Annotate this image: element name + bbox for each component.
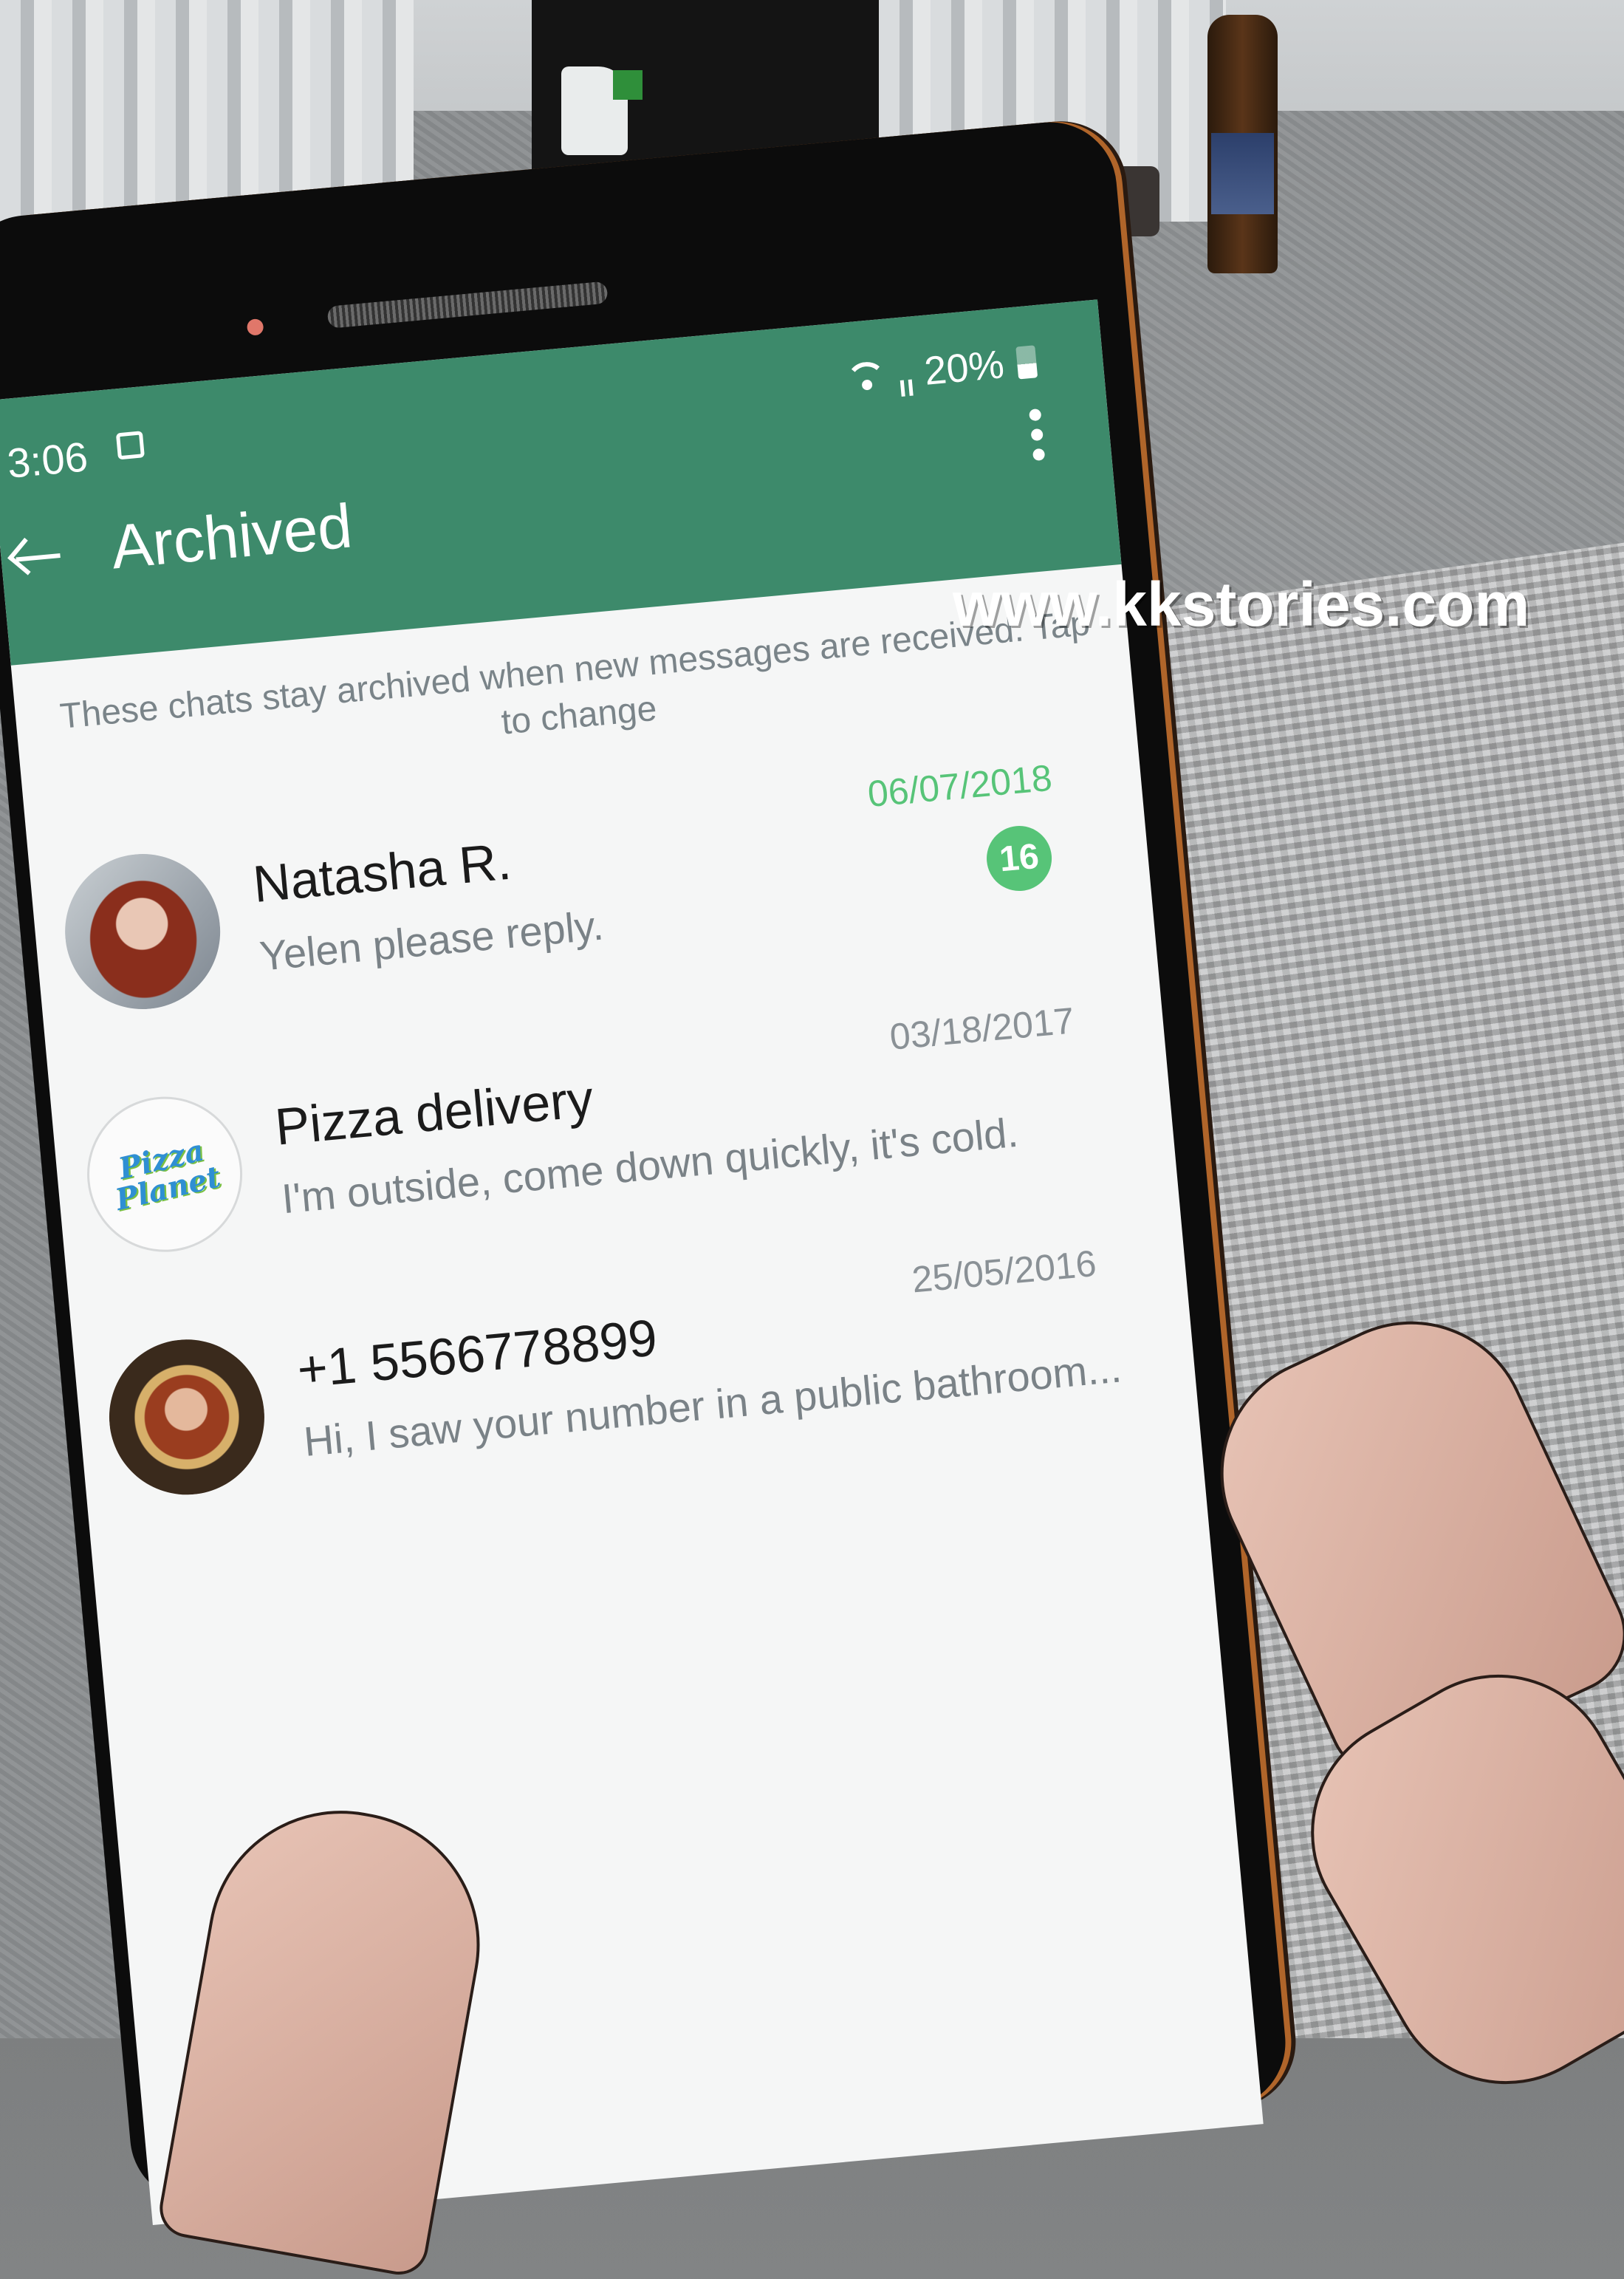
- avatar[interactable]: Pizza Planet: [80, 1090, 250, 1259]
- chat-preview: Yelen please reply.: [257, 901, 606, 980]
- chat-name: Natasha R.: [250, 832, 514, 914]
- screenshot-notification-icon: [115, 431, 145, 460]
- phone: 3:06 20% Archived These chats stay archi…: [0, 116, 1292, 2225]
- chat-name: Pizza delivery: [273, 1069, 596, 1156]
- more-vert-icon[interactable]: [1029, 408, 1046, 462]
- chat-date: 03/18/2017: [888, 1000, 1076, 1058]
- battery-icon: [1015, 345, 1038, 380]
- chat-date: 06/07/2018: [866, 756, 1054, 816]
- chat-date: 25/05/2016: [910, 1242, 1098, 1301]
- pizza-planet-logo: Pizza Planet: [112, 1132, 225, 1217]
- status-time: 3:06: [5, 433, 90, 487]
- camera-dot: [246, 318, 264, 336]
- bottle-label: [1211, 133, 1274, 214]
- battery-percent: 20%: [922, 342, 1007, 394]
- chat-name: +1 5566778899: [295, 1308, 659, 1399]
- status-right: 20%: [844, 338, 1038, 401]
- unread-badge: 16: [984, 823, 1055, 894]
- page-title: Archived: [108, 491, 355, 582]
- watermark: www.kkstories.com: [953, 570, 1530, 639]
- signal-icon: [900, 379, 914, 397]
- avatar[interactable]: [102, 1333, 272, 1502]
- spray-nozzle: [613, 70, 643, 100]
- earpiece-speaker: [326, 281, 609, 329]
- back-arrow-icon[interactable]: [16, 553, 61, 562]
- avatar[interactable]: [58, 847, 227, 1017]
- wifi-icon: [845, 361, 887, 394]
